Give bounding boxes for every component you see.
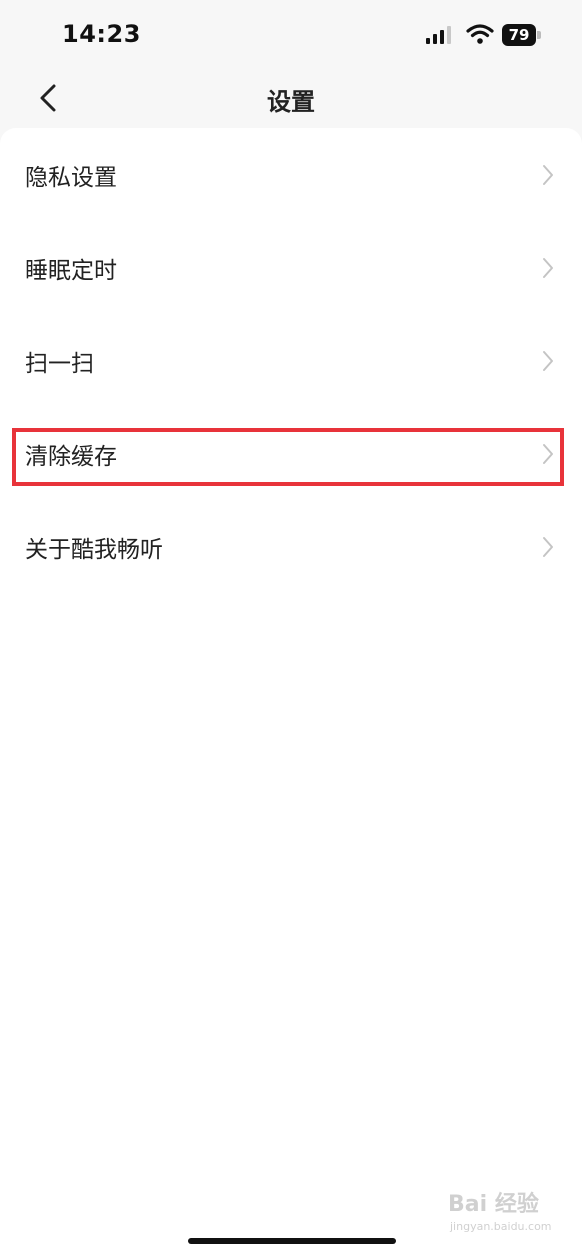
settings-item-label: 清除缓存 <box>25 444 117 470</box>
chevron-right-icon <box>543 258 553 278</box>
settings-item-privacy[interactable]: 隐私设置 <box>0 128 582 221</box>
chevron-right-icon <box>543 351 553 371</box>
settings-item-label: 关于酷我畅听 <box>25 537 163 563</box>
settings-item-label: 睡眠定时 <box>25 258 117 284</box>
status-time: 14:23 <box>62 20 141 48</box>
wifi-icon <box>466 24 494 44</box>
chevron-right-icon <box>543 537 553 557</box>
settings-item-sleep-timer[interactable]: 睡眠定时 <box>0 221 582 314</box>
chevron-right-icon <box>543 444 553 464</box>
watermark-logo-text: Bai 经验 <box>448 1192 539 1217</box>
battery-cap <box>537 31 541 39</box>
settings-item-scan[interactable]: 扫一扫 <box>0 314 582 407</box>
settings-sheet: 隐私设置 睡眠定时 扫一扫 清除缓存 关于酷我畅听 <box>0 128 582 1244</box>
watermark: Bai 经验 jingyan.baidu.com <box>448 1186 578 1236</box>
settings-list: 隐私设置 睡眠定时 扫一扫 清除缓存 关于酷我畅听 <box>0 128 582 593</box>
chevron-right-icon <box>543 165 553 185</box>
status-bar: 14:23 79 <box>0 0 582 72</box>
battery-icon: 79 <box>502 24 542 46</box>
cellular-signal-icon <box>426 26 451 44</box>
settings-item-about[interactable]: 关于酷我畅听 <box>0 500 582 593</box>
battery-level: 79 <box>502 24 536 46</box>
home-indicator[interactable] <box>188 1238 396 1244</box>
settings-item-label: 隐私设置 <box>25 165 117 191</box>
nav-bar: 设置 <box>0 72 582 128</box>
settings-item-label: 扫一扫 <box>25 351 94 377</box>
settings-item-clear-cache[interactable]: 清除缓存 <box>0 407 582 500</box>
watermark-url: jingyan.baidu.com <box>450 1220 552 1233</box>
page-title: 设置 <box>267 88 315 116</box>
